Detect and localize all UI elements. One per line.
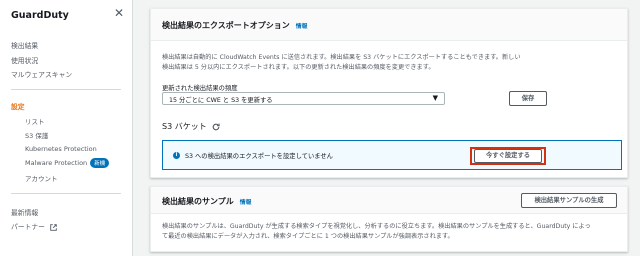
- panel-header: 検出結果のエクスポートオプション 情報: [151, 9, 627, 41]
- description-line: 検出結果は自動的に CloudWatch Events に送信されます。検出結果…: [162, 54, 521, 61]
- panel-header: 検出結果のサンプル 情報 検出結果サンプルの生成: [151, 187, 627, 214]
- panel-title: 検出結果のエクスポートオプション 情報: [162, 20, 307, 31]
- frequency-select-value: 15 分ごとに CWE と S3 を更新する: [169, 97, 273, 104]
- sidebar-title: GuardDuty: [11, 10, 69, 21]
- sidebar-item-lists[interactable]: リスト: [25, 116, 45, 126]
- sidebar-section-settings[interactable]: 設定: [11, 101, 25, 111]
- panel-title-text: 検出結果のサンプル: [162, 197, 234, 206]
- sidebar-divider: [11, 89, 121, 90]
- external-link-icon: [50, 223, 57, 231]
- panel-title: 検出結果のサンプル 情報: [162, 196, 251, 207]
- sidebar-item-partners[interactable]: パートナー: [11, 221, 57, 231]
- info-link[interactable]: 情報: [296, 24, 308, 30]
- panel-title-text: 検出結果のエクスポートオプション: [162, 21, 290, 30]
- info-link[interactable]: 情報: [240, 200, 252, 206]
- sidebar-item-accounts[interactable]: アカウント: [25, 173, 58, 183]
- s3-bucket-title: S3 バケット: [162, 121, 220, 132]
- s3-not-configured-alert: i S3 への検出結果のエクスポートを設定していません 今すぐ設定する: [162, 140, 622, 170]
- sidebar-item-malware-protection[interactable]: Malware Protection 新機: [25, 158, 110, 168]
- close-icon[interactable]: ✕: [114, 6, 124, 20]
- sample-findings-panel: 検出結果のサンプル 情報 検出結果サンプルの生成 検出結果のサンプルは、Guard…: [150, 186, 628, 252]
- sidebar-item-s3-protection[interactable]: S3 保護: [25, 130, 48, 140]
- caret-down-icon: ▼: [432, 94, 438, 102]
- sidebar-divider: [11, 193, 121, 194]
- sidebar-item-usage[interactable]: 使用状況: [11, 55, 38, 65]
- highlight-box: [470, 147, 546, 165]
- frequency-label: 更新された検出結果の頻度: [162, 85, 238, 92]
- sidebar-item-kubernetes-protection[interactable]: Kubernetes Protection: [25, 145, 97, 153]
- refresh-icon[interactable]: [212, 123, 220, 131]
- save-button[interactable]: 保存: [509, 91, 547, 106]
- frequency-select[interactable]: 15 分ごとに CWE と S3 を更新する ▼: [162, 92, 445, 105]
- sidebar-item-label: Malware Protection: [25, 159, 88, 167]
- new-badge: 新機: [90, 158, 110, 168]
- generate-sample-findings-button[interactable]: 検出結果サンプルの生成: [521, 193, 617, 208]
- sidebar-item-whats-new[interactable]: 最新情報: [11, 207, 38, 217]
- alert-text: S3 への検出結果のエクスポートを設定していません: [185, 153, 333, 160]
- description-line: て最近の検出結果にデータが入力され、検索タイプごとに 1 つの検出結果サンプルが…: [162, 233, 454, 240]
- info-icon: i: [173, 152, 180, 159]
- s3-bucket-title-text: S3 バケット: [162, 122, 207, 131]
- sidebar-nav: GuardDuty ✕ 検出結果 使用状況 マルウェアスキャン 設定 リスト S…: [0, 0, 133, 256]
- description-line: 検出結果は 5 分以内にエクスポートされます。以下の更新された検出結果の頻度を変…: [162, 64, 435, 71]
- sidebar-item-label: パートナー: [11, 223, 45, 231]
- description-line: 検出結果のサンプルは、GuardDuty が生成する検索タイプを視覚化し、分析す…: [162, 223, 591, 230]
- sidebar-item-malware-scans[interactable]: マルウェアスキャン: [11, 69, 72, 79]
- export-options-panel: 検出結果のエクスポートオプション 情報 検出結果は自動的に CloudWatch …: [150, 8, 628, 178]
- sidebar-item-findings[interactable]: 検出結果: [11, 40, 38, 50]
